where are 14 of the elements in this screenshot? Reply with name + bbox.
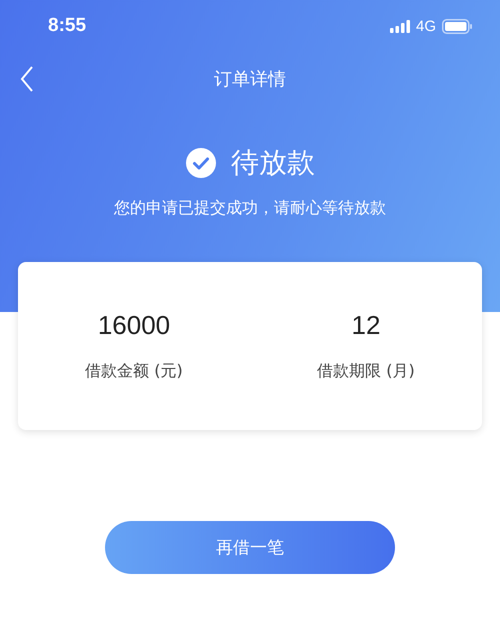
status-message: 您的申请已提交成功，请耐心等待放款 — [113, 198, 387, 219]
summary-value: 16000 — [98, 310, 170, 341]
back-icon[interactable] — [20, 66, 34, 92]
summary-label: 借款金额 (元) — [85, 361, 183, 382]
status-time: 8:55 — [48, 15, 86, 37]
page-title: 订单详情 — [214, 68, 286, 91]
borrow-again-button[interactable]: 再借一笔 — [105, 521, 395, 574]
summary-value: 12 — [352, 310, 380, 341]
check-icon — [185, 147, 217, 179]
battery-icon — [442, 18, 472, 34]
signal-icon — [390, 20, 410, 32]
network-label: 4G — [416, 18, 436, 34]
status-title: 待放款 — [231, 145, 315, 181]
summary-label: 借款期限 (月) — [317, 361, 415, 382]
